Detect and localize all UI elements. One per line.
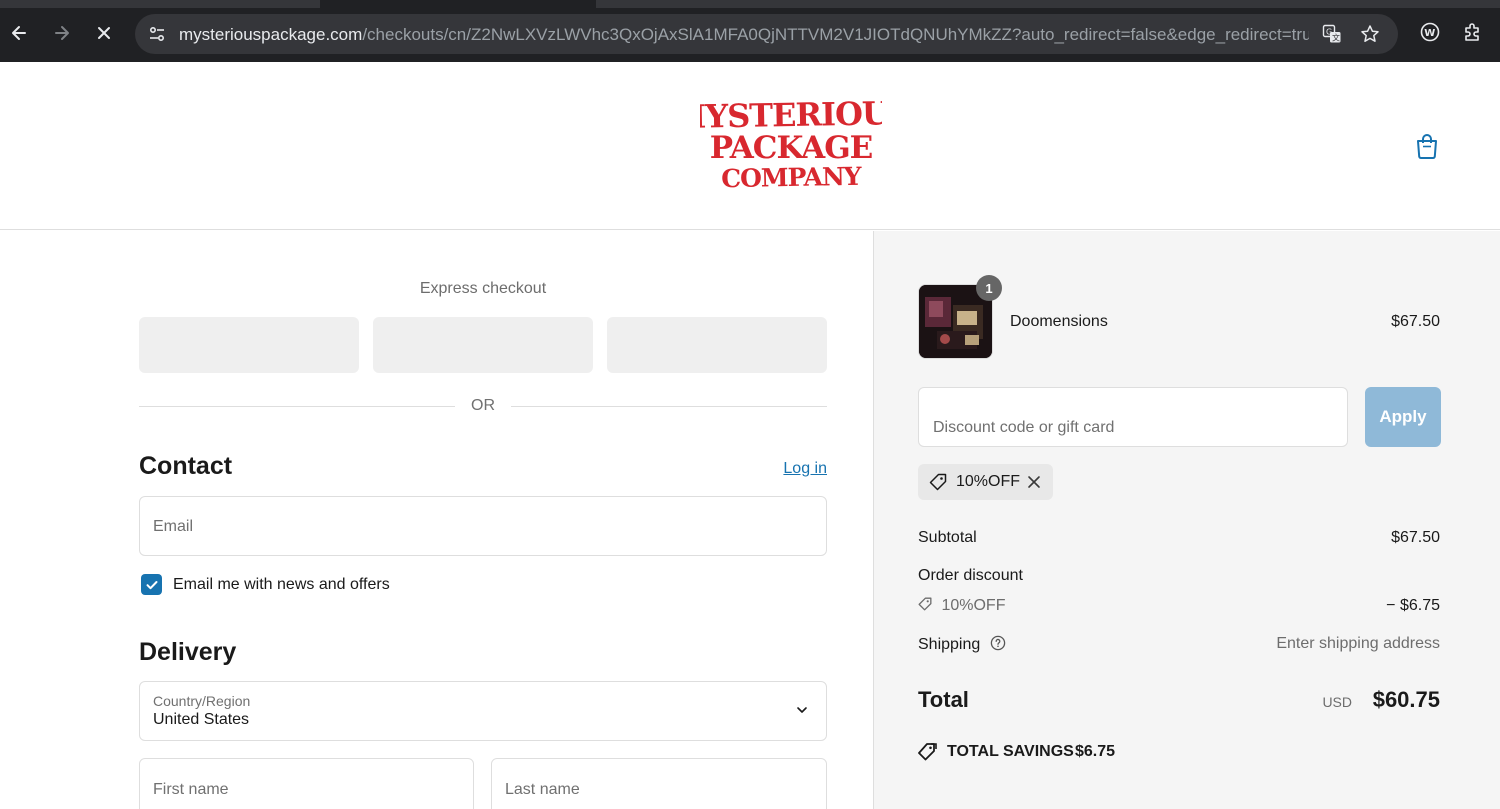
country-label: Country/Region bbox=[153, 693, 251, 709]
total-label: Total bbox=[918, 687, 969, 712]
shipping-value: Enter shipping address bbox=[1276, 635, 1440, 652]
chevron-down-icon bbox=[797, 707, 807, 713]
last-name-placeholder: Last name bbox=[505, 781, 580, 798]
shipping-row-label: Shipping bbox=[918, 635, 1006, 654]
shipping-label: Shipping bbox=[918, 636, 981, 653]
discount-placeholder: Discount code or gift card bbox=[933, 419, 1115, 436]
last-name-field[interactable]: Last name bbox=[491, 758, 827, 809]
help-circle-icon[interactable] bbox=[990, 635, 1006, 651]
contact-heading: Contact bbox=[139, 452, 233, 480]
svg-text:PACKAGE: PACKAGE bbox=[710, 130, 873, 166]
country-value: United States bbox=[153, 711, 250, 728]
email-placeholder: Email bbox=[153, 518, 194, 535]
stop-loading-icon[interactable] bbox=[91, 20, 117, 46]
extension-w-icon[interactable]: W bbox=[1418, 20, 1442, 44]
remove-discount-close-icon[interactable] bbox=[1026, 474, 1042, 490]
product-price: $67.50 bbox=[1391, 313, 1440, 330]
order-discount-label: Order discount bbox=[918, 567, 1023, 584]
quantity-badge: 1 bbox=[976, 275, 1002, 301]
apply-button[interactable]: Apply bbox=[1365, 387, 1441, 447]
subtotal-label: Subtotal bbox=[918, 529, 977, 546]
site-header: MYSTERIOUS PACKAGE COMPANY bbox=[0, 62, 1500, 230]
tab-strip bbox=[0, 0, 1500, 8]
store-logo[interactable]: MYSTERIOUS PACKAGE COMPANY bbox=[671, 92, 912, 193]
divider-line-right bbox=[511, 406, 827, 407]
svg-text:文: 文 bbox=[1332, 33, 1340, 43]
extensions-puzzle-icon[interactable] bbox=[1461, 20, 1485, 44]
order-discount-value: − $6.75 bbox=[1386, 597, 1440, 614]
total-savings-value: $6.75 bbox=[1075, 743, 1116, 760]
address-bar[interactable]: mysteriouspackage.com/checkouts/cn/Z2NwL… bbox=[135, 14, 1398, 54]
url-host: mysteriouspackage.com bbox=[179, 25, 363, 44]
site-info-icon[interactable] bbox=[143, 20, 171, 48]
delivery-heading: Delivery bbox=[139, 638, 237, 666]
email-field[interactable]: Email bbox=[139, 496, 827, 556]
checkout-form: Express checkout OR Contact Log in Email… bbox=[0, 231, 873, 809]
small-tag-icon bbox=[918, 597, 932, 611]
bookmark-star-icon[interactable] bbox=[1359, 23, 1381, 45]
subtotal-value: $67.50 bbox=[1391, 529, 1440, 546]
express-payment-button-1[interactable] bbox=[139, 317, 359, 373]
express-payment-button-3[interactable] bbox=[607, 317, 827, 373]
express-checkout-title: Express checkout bbox=[419, 280, 547, 297]
total-savings-label: TOTAL SAVINGS bbox=[947, 743, 1074, 760]
applied-discount-chip: 10%OFF bbox=[918, 464, 1053, 500]
first-name-placeholder: First name bbox=[153, 781, 229, 798]
checkmark-icon bbox=[146, 580, 157, 589]
express-payment-button-2[interactable] bbox=[373, 317, 593, 373]
active-tab[interactable] bbox=[320, 0, 596, 8]
url-path: /checkouts/cn/Z2NwLXVzLWVhc3QxOjAxSlA1MF… bbox=[362, 25, 1309, 44]
url-text[interactable]: mysteriouspackage.com/checkouts/cn/Z2NwL… bbox=[179, 25, 1309, 45]
product-name: Doomensions bbox=[1010, 313, 1108, 330]
order-discount-code: 10%OFF bbox=[941, 597, 1006, 614]
order-summary: 1 Doomensions $67.50 Discount code or gi… bbox=[873, 231, 1500, 809]
applied-discount-code: 10%OFF bbox=[956, 473, 1021, 490]
forward-arrow-icon[interactable] bbox=[49, 20, 75, 46]
svg-text:COMPANY: COMPANY bbox=[721, 162, 863, 192]
shopping-bag-icon[interactable] bbox=[1414, 132, 1440, 160]
login-link[interactable]: Log in bbox=[760, 460, 827, 478]
country-select[interactable]: Country/Region United States bbox=[139, 681, 827, 741]
or-divider: OR bbox=[139, 396, 827, 416]
svg-text:W: W bbox=[1424, 28, 1435, 39]
newsletter-label[interactable]: Email me with news and offers bbox=[173, 576, 390, 594]
total-value: $60.75 bbox=[1372, 687, 1440, 712]
tag-icon bbox=[929, 473, 947, 491]
translate-icon[interactable]: G文 bbox=[1321, 23, 1343, 45]
newsletter-checkbox[interactable] bbox=[141, 574, 162, 595]
first-name-field[interactable]: First name bbox=[139, 758, 474, 809]
order-discount-code-row: 10%OFF bbox=[918, 597, 1005, 615]
back-arrow-icon[interactable] bbox=[6, 20, 32, 46]
total-currency: USD bbox=[1322, 694, 1352, 710]
browser-toolbar: mysteriouspackage.com/checkouts/cn/Z2NwL… bbox=[0, 0, 1500, 62]
discount-code-input[interactable]: Discount code or gift card bbox=[918, 387, 1348, 447]
savings-tag-icon bbox=[918, 743, 937, 761]
